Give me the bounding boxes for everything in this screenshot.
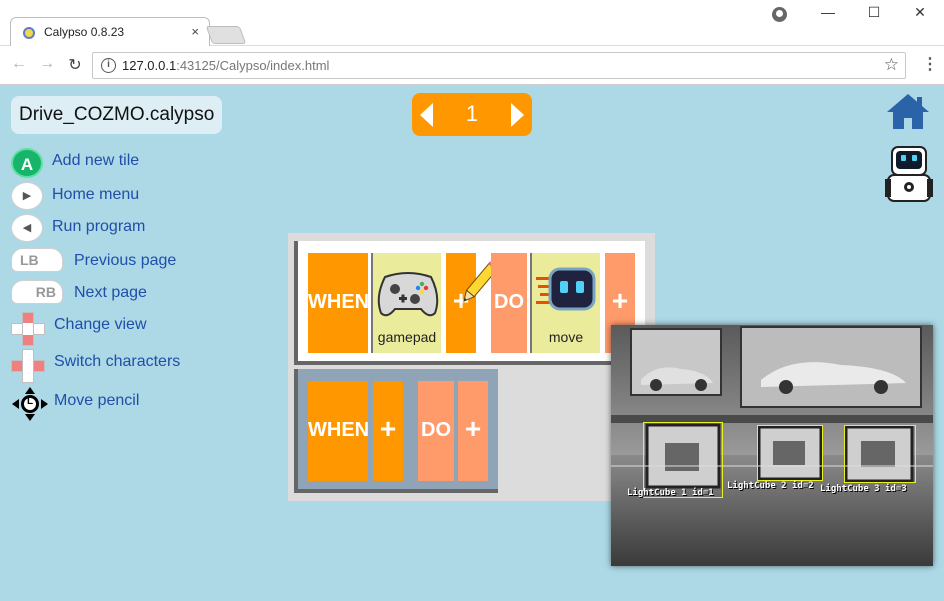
address-bar[interactable]: i 127.0.0.1:43125/Calypso/index.html ☆ bbox=[92, 52, 906, 79]
stick-letter: L bbox=[26, 396, 34, 407]
back-button-icon: ◀ bbox=[11, 214, 43, 242]
maximize-button[interactable]: ☐ bbox=[859, 4, 889, 21]
dpad-up-icon bbox=[11, 312, 45, 346]
control-label: Home menu bbox=[52, 186, 140, 203]
when-tile[interactable]: WHEN bbox=[308, 381, 370, 481]
plus-label: + bbox=[464, 413, 482, 444]
control-label: Change view bbox=[54, 316, 147, 333]
site-info-icon[interactable]: i bbox=[101, 58, 116, 73]
page-selector: 1 bbox=[412, 93, 532, 136]
next-page-arrow-icon[interactable] bbox=[511, 103, 524, 127]
move-action-tile[interactable]: move bbox=[530, 253, 600, 353]
browser-menu-icon[interactable]: ⋮ bbox=[922, 54, 938, 74]
browser-tab[interactable]: Calypso 0.8.23 × bbox=[10, 17, 210, 47]
calypso-favicon-icon bbox=[23, 27, 35, 39]
when-label: WHEN bbox=[308, 419, 370, 441]
control-label: Run program bbox=[52, 218, 146, 235]
program-filename: Drive_COZMO.calypso bbox=[11, 96, 223, 134]
tab-close-icon[interactable]: × bbox=[191, 24, 199, 39]
when-tile[interactable]: WHEN bbox=[308, 253, 370, 353]
gamepad-sensor-tile[interactable]: gamepad bbox=[371, 253, 441, 353]
move-label: move bbox=[548, 329, 584, 345]
back-button[interactable]: ← bbox=[8, 55, 30, 73]
url-host: 127.0.0.1 bbox=[122, 58, 177, 73]
reload-button[interactable]: ↻ bbox=[64, 55, 86, 75]
control-switch-characters: Switch characters bbox=[11, 349, 180, 385]
forward-button[interactable]: → bbox=[36, 55, 58, 73]
do-label: DO bbox=[494, 291, 524, 313]
lightcube-2-label: LightCube 2 id=2 bbox=[727, 481, 814, 491]
do-label: DO bbox=[421, 419, 451, 441]
plus-label: + bbox=[379, 413, 397, 444]
minimize-button[interactable]: — bbox=[813, 4, 843, 20]
lightcube-2-box bbox=[757, 425, 823, 481]
add-sensor-tile[interactable]: + bbox=[373, 381, 403, 481]
do-tile[interactable]: DO bbox=[418, 381, 454, 481]
gamepad-icon bbox=[377, 272, 439, 317]
browser-titlebar: Calypso 0.8.23 × — ☐ ✕ bbox=[0, 0, 944, 47]
a-button-icon: A bbox=[11, 148, 43, 178]
gamepad-label: gamepad bbox=[377, 329, 437, 345]
left-bumper-icon: LB bbox=[11, 248, 63, 272]
browser-toolbar: ← → ↻ i 127.0.0.1:43125/Calypso/index.ht… bbox=[0, 46, 944, 85]
right-bumper-icon: RB bbox=[11, 280, 63, 304]
dpad-left-icon bbox=[11, 349, 45, 383]
lightcube-3-box bbox=[844, 425, 916, 483]
home-icon[interactable] bbox=[885, 92, 931, 130]
rule-row-2[interactable]: WHEN + DO + bbox=[294, 369, 498, 493]
move-icon bbox=[536, 267, 596, 311]
account-icon[interactable] bbox=[772, 7, 787, 22]
control-label: Move pencil bbox=[54, 392, 140, 409]
start-button-icon: ▶ bbox=[11, 182, 43, 210]
lightcube-1-label: LightCube 1 id=1 bbox=[627, 488, 714, 498]
control-label: Previous page bbox=[74, 252, 177, 269]
add-action-tile[interactable]: + bbox=[458, 381, 488, 481]
control-change-view: Change view bbox=[11, 312, 147, 348]
bookmark-star-icon[interactable]: ☆ bbox=[884, 55, 899, 75]
when-label: WHEN bbox=[308, 291, 370, 313]
new-tab-button[interactable] bbox=[205, 26, 247, 44]
tab-title: Calypso 0.8.23 bbox=[44, 25, 125, 39]
program-canvas: WHEN gamepad + DO move + WHEN + DO + bbox=[288, 233, 655, 501]
control-label: Add new tile bbox=[52, 152, 140, 169]
control-label: Switch characters bbox=[54, 353, 181, 370]
lightcube-3-label: LightCube 3 id=3 bbox=[820, 484, 907, 494]
left-stick-icon: L bbox=[11, 386, 49, 422]
url-path: :43125/Calypso/index.html bbox=[176, 58, 330, 73]
control-label: Next page bbox=[74, 284, 147, 301]
control-move-pencil: L Move pencil bbox=[11, 386, 139, 422]
plus-label: + bbox=[611, 285, 629, 316]
do-tile[interactable]: DO bbox=[491, 253, 527, 353]
robot-character-icon[interactable] bbox=[884, 145, 934, 205]
lightcube-1-box bbox=[643, 422, 723, 498]
url-text: 127.0.0.1:43125/Calypso/index.html bbox=[122, 58, 329, 73]
close-window-button[interactable]: ✕ bbox=[905, 4, 935, 21]
robot-camera-view: LightCube 1 id=1 LightCube 2 id=2 LightC… bbox=[611, 325, 933, 566]
rule-row-1[interactable]: WHEN gamepad + DO move + bbox=[294, 241, 645, 365]
